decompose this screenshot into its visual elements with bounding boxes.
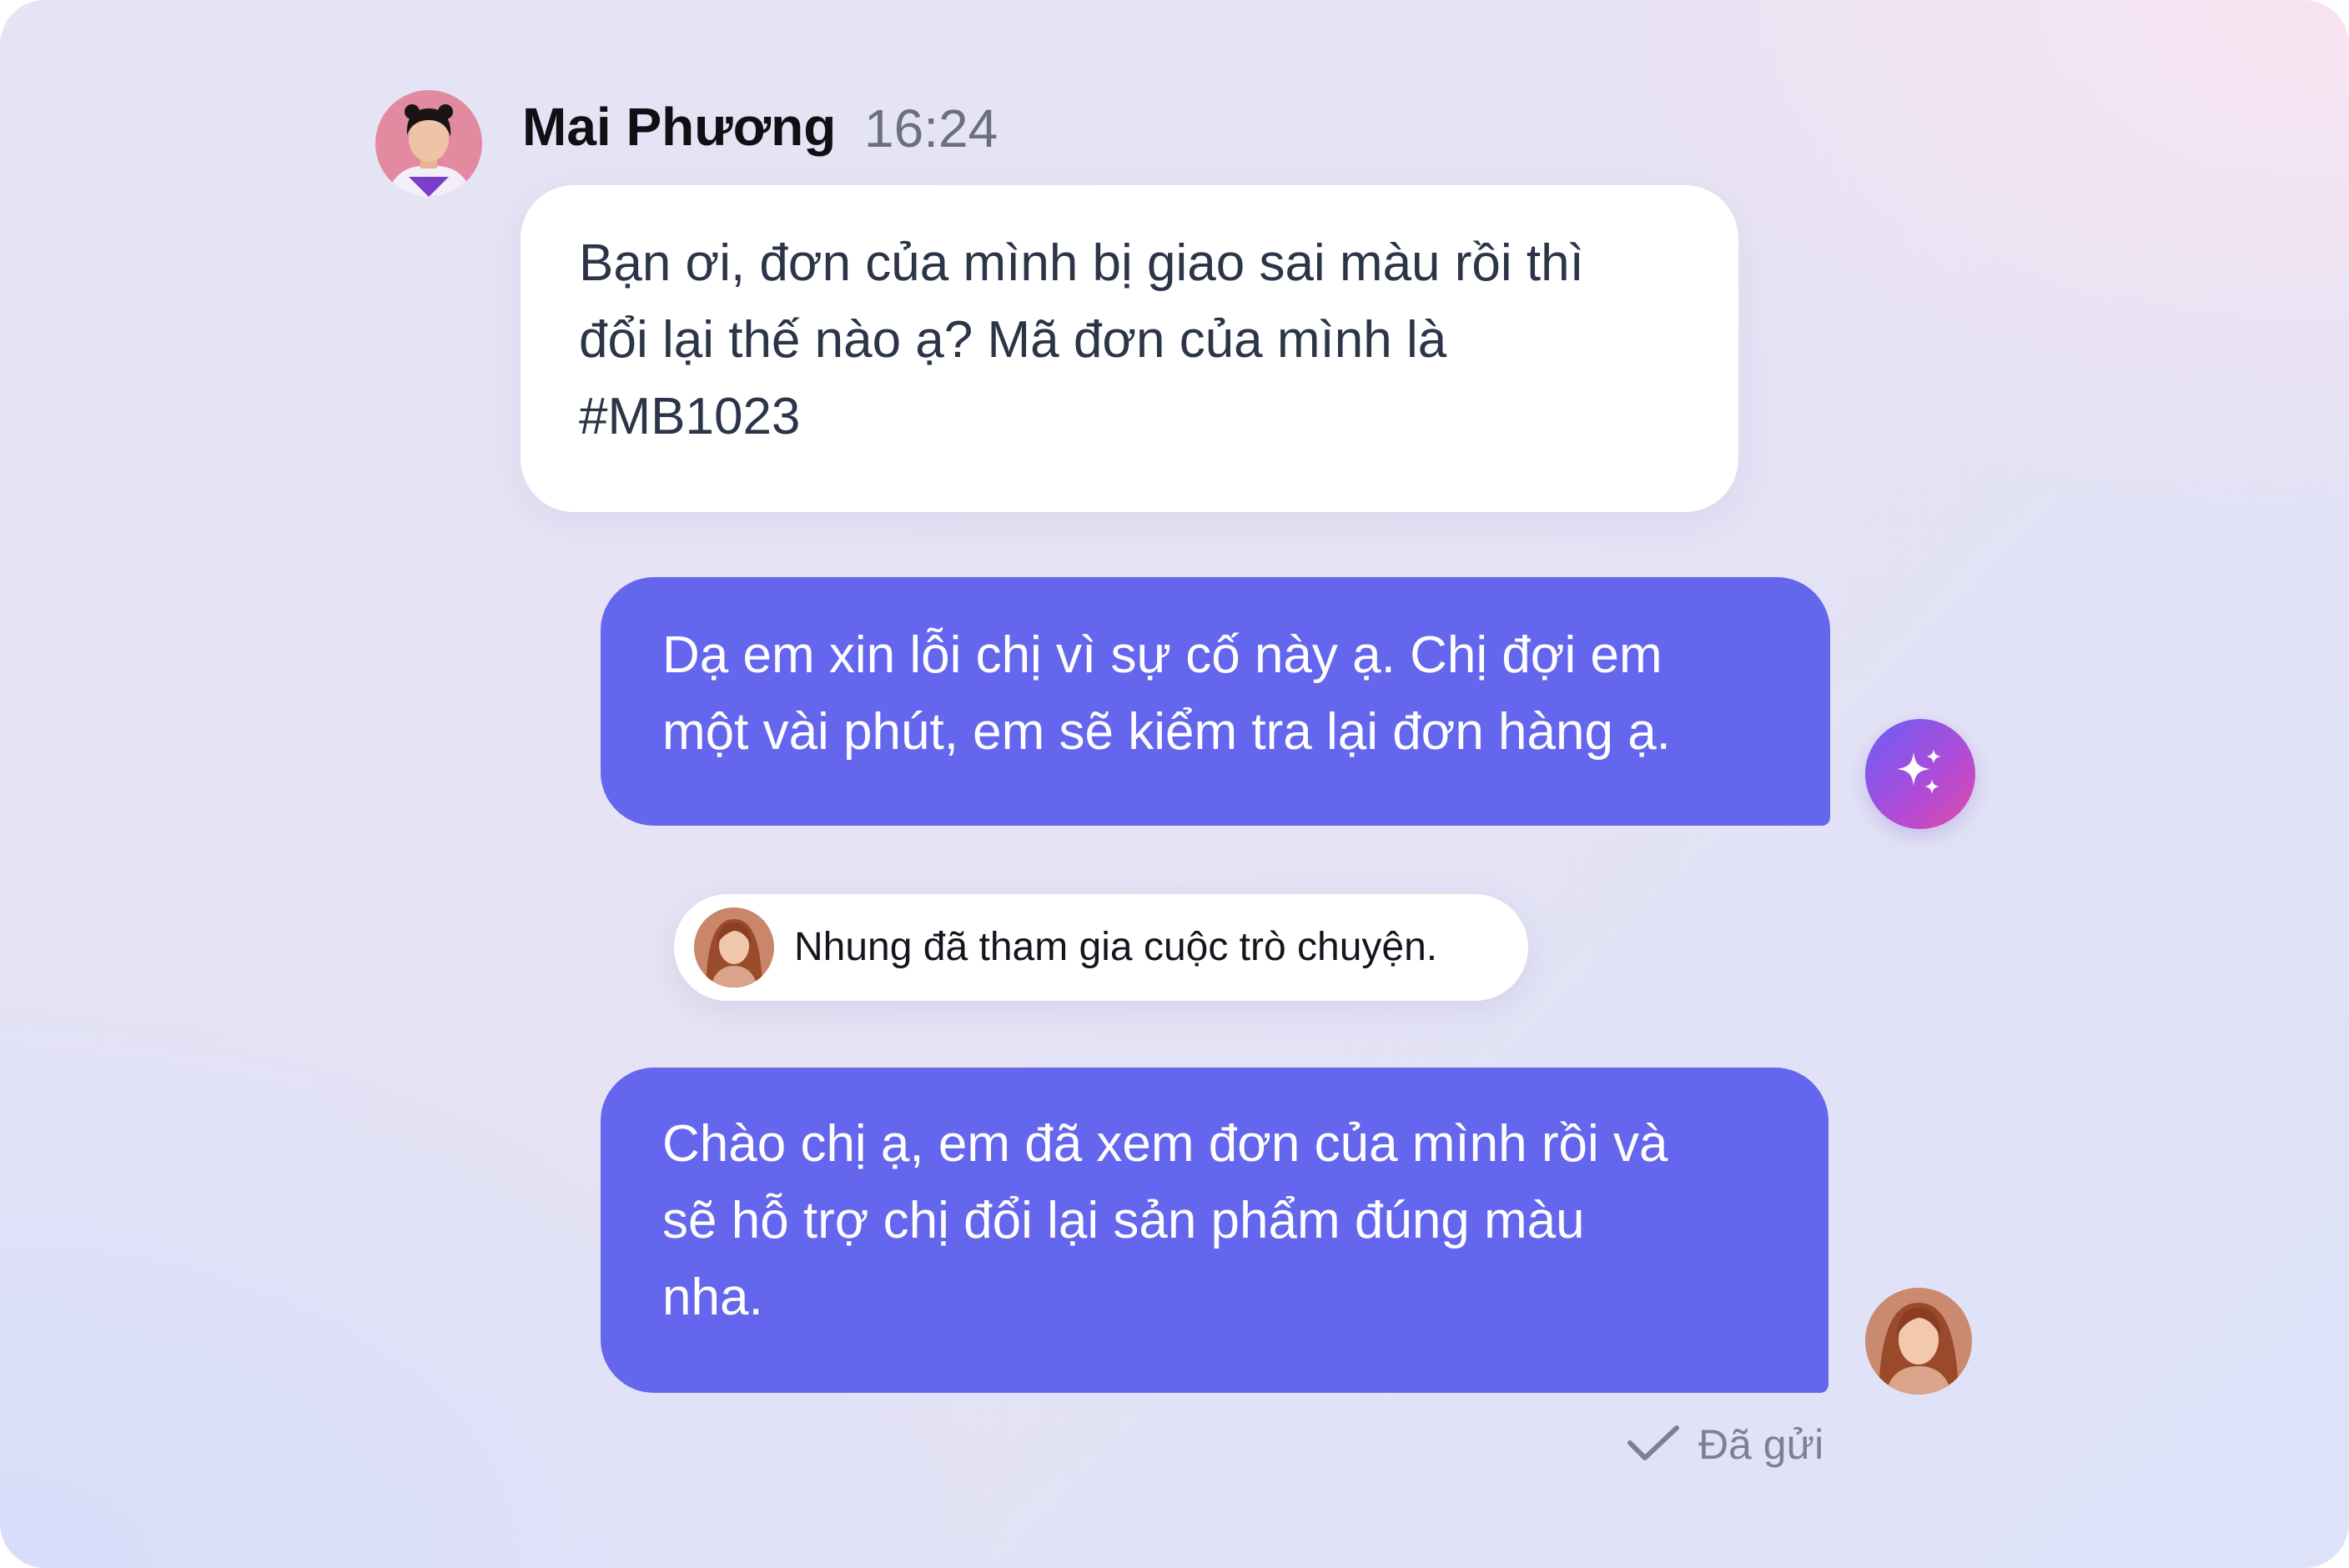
message-line: #MB1023	[579, 388, 801, 445]
checkmark-icon	[1627, 1423, 1680, 1467]
message-timestamp: 16:24	[864, 98, 998, 158]
delivery-status-text: Đã gửi	[1698, 1421, 1824, 1468]
agent-joined-text: Nhung đã tham gia cuộc trò chuyện.	[794, 925, 1438, 969]
message-line: đổi lại thế nào ạ? Mã đơn của mình là	[579, 311, 1447, 369]
incoming-message-bubble: Bạn ơi, đơn của mình bị giao sai màu rồi…	[521, 185, 1738, 512]
message-line: Bạn ơi, đơn của mình bị giao sai màu rồi…	[579, 234, 1584, 292]
agent-avatar-small	[694, 907, 774, 988]
chat-window: Mai Phương 16:24 Bạn ơi, đơn của mình bị…	[0, 0, 2349, 1568]
customer-avatar[interactable]	[375, 90, 482, 197]
message-line: Chào chị ạ, em đã xem đơn của mình rồi v…	[662, 1115, 1668, 1173]
ai-assistant-avatar[interactable]	[1865, 719, 1975, 829]
message-line: sẽ hỗ trợ chị đổi lại sản phẩm đúng màu	[662, 1192, 1585, 1249]
message-line: nha.	[662, 1269, 763, 1326]
agent-avatar[interactable]	[1865, 1288, 1972, 1395]
sparkles-icon	[1894, 746, 1947, 803]
agent-reply-bubble: Chào chị ạ, em đã xem đơn của mình rồi v…	[601, 1068, 1828, 1393]
message-line: Dạ em xin lỗi chị vì sự cố này ạ. Chị đợ…	[662, 626, 1662, 684]
ai-reply-bubble: Dạ em xin lỗi chị vì sự cố này ạ. Chị đợ…	[601, 577, 1830, 826]
sender-name: Mai Phương	[522, 97, 837, 157]
delivery-status: Đã gửi	[1627, 1415, 1823, 1475]
message-line: một vài phút, em sẽ kiểm tra lại đơn hàn…	[662, 703, 1671, 761]
